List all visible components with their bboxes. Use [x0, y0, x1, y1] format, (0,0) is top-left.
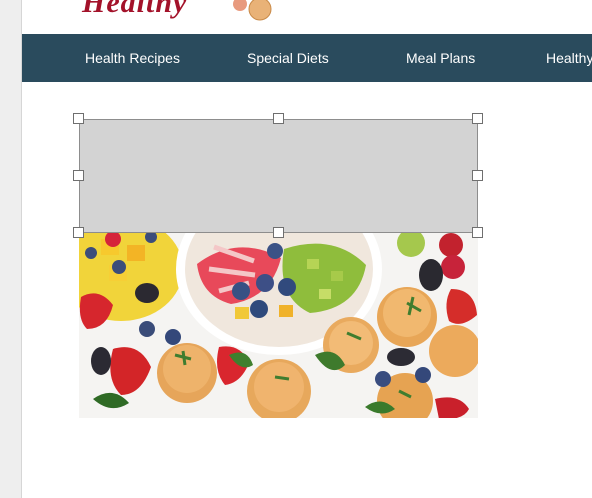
resize-handle-bottom-right-icon[interactable]	[472, 227, 483, 238]
main-navigation: Health Recipes Special Diets Meal Plans …	[22, 34, 592, 82]
resize-handle-middle-left-icon[interactable]	[73, 170, 84, 181]
page: Healthy Health Recipes Special Diets Mea…	[0, 0, 592, 498]
resize-handle-top-left-icon[interactable]	[73, 113, 84, 124]
site-header: Healthy	[22, 0, 592, 34]
nav-item-health-recipes[interactable]: Health Recipes	[85, 34, 180, 82]
resize-handle-middle-right-icon[interactable]	[472, 170, 483, 181]
logo-circles-icon	[233, 0, 272, 21]
resize-handle-top-right-icon[interactable]	[472, 113, 483, 124]
site-logo-text[interactable]: Healthy	[82, 0, 187, 20]
resize-handle-top-center-icon[interactable]	[273, 113, 284, 124]
resize-handle-bottom-left-icon[interactable]	[73, 227, 84, 238]
editor-left-margin	[0, 0, 22, 498]
nav-item-special-diets[interactable]: Special Diets	[247, 34, 329, 82]
resize-handle-bottom-center-icon[interactable]	[273, 227, 284, 238]
selected-placeholder-box[interactable]	[79, 119, 478, 233]
nav-item-meal-plans[interactable]: Meal Plans	[406, 34, 475, 82]
nav-item-healthy[interactable]: Healthy	[546, 34, 592, 82]
